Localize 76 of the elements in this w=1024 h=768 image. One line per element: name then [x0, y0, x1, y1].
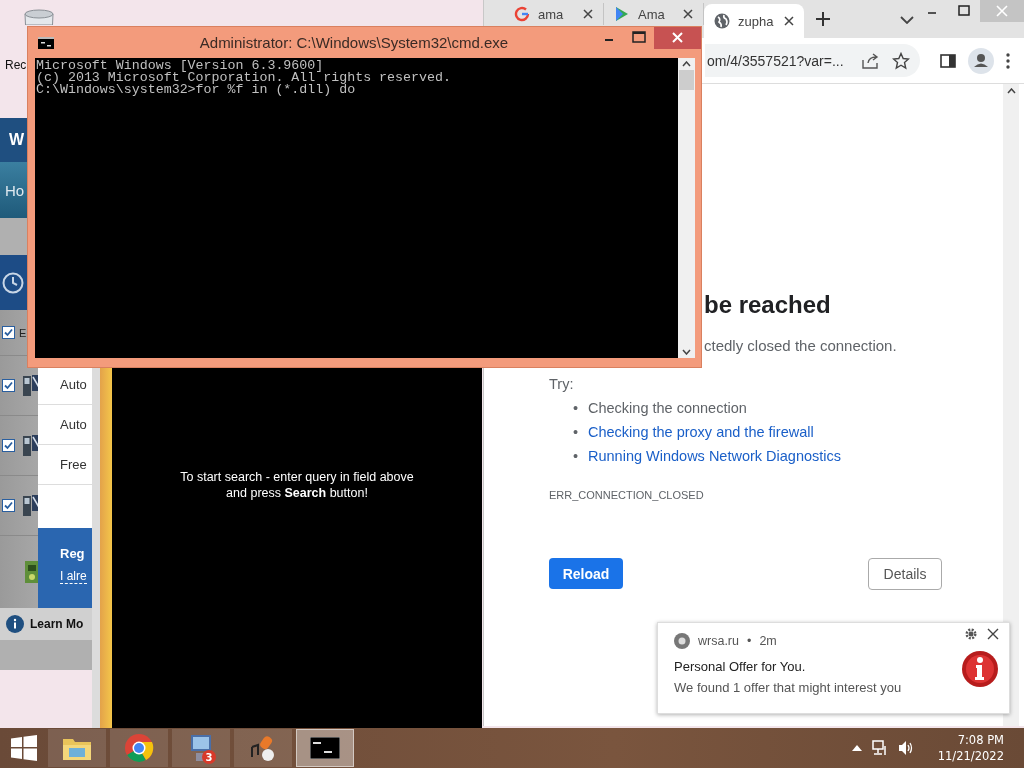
new-tab-icon[interactable]: [816, 12, 830, 26]
separator: •: [747, 634, 752, 648]
chevron-down-icon[interactable]: [900, 16, 914, 24]
chrome-icon: [124, 733, 154, 763]
try-label: Try:: [549, 375, 574, 394]
taskbar-button[interactable]: [234, 729, 292, 767]
suggestion-link[interactable]: Checking the proxy and the firewall: [588, 420, 814, 444]
google-icon: [514, 6, 530, 22]
notification-time: 2m: [759, 634, 777, 648]
notification-body: We found 1 offer that might interest you: [674, 680, 902, 695]
side-panel-icon[interactable]: [940, 53, 956, 68]
suggestion-text: Checking the connection: [588, 399, 747, 418]
checkbox[interactable]: [2, 439, 15, 452]
settings-icon[interactable]: [965, 628, 977, 640]
promo-title: Reg: [60, 546, 85, 561]
board-icon: [24, 560, 40, 584]
hint-text: To start search - enter query in field above: [180, 469, 414, 485]
arrow-up-icon[interactable]: [682, 61, 691, 67]
row-label: E: [19, 326, 27, 339]
taskbar-button[interactable]: 3: [172, 729, 230, 767]
bullet: •: [573, 399, 580, 418]
notification-title: Personal Offer for You.: [674, 659, 806, 674]
checkbox[interactable]: [2, 326, 15, 339]
error-message: ctedly closed the connection.: [704, 336, 897, 356]
close-icon[interactable]: [683, 9, 693, 19]
checkbox[interactable]: [2, 499, 15, 512]
window-title: Administrator: C:\Windows\System32\cmd.exe: [199, 34, 509, 51]
suggestion-link[interactable]: Running Windows Network Diagnostics: [588, 444, 842, 468]
reload-button[interactable]: Reload: [549, 558, 623, 589]
chevron-up-icon[interactable]: [851, 745, 862, 751]
profile-icon[interactable]: [968, 47, 994, 74]
error-code: ERR_CONNECTION_CLOSED: [549, 488, 704, 502]
bullet: •: [573, 423, 580, 442]
console-line: Microsoft Windows [Version 6.3.9600]: [36, 60, 325, 72]
arrow-up-icon[interactable]: [1006, 88, 1016, 94]
scrollbar[interactable]: [1003, 84, 1019, 726]
error-heading: be reached: [704, 290, 831, 320]
network-icon[interactable]: [871, 740, 888, 756]
app-title: W: [9, 131, 25, 149]
clock-time[interactable]: 7:08 PM: [957, 732, 1004, 748]
promo-link[interactable]: I alre: [60, 569, 87, 584]
menu-icon[interactable]: [1006, 52, 1010, 69]
browser-tab[interactable]: Ama: [604, 3, 704, 25]
info-icon: [961, 650, 999, 688]
speaker-icon[interactable]: [897, 740, 914, 756]
console-line: C:\Windows\system32>for %f in (*.dll) do: [36, 84, 356, 96]
console-icon: [38, 36, 54, 49]
nav-item[interactable]: Ho: [5, 181, 25, 199]
scrollbar-thumb[interactable]: [679, 70, 694, 90]
globe-icon: [714, 13, 730, 29]
notification-source: wrsa.ru: [698, 634, 739, 648]
browser-tab[interactable]: zupha: [704, 4, 804, 38]
console-line: (c) 2013 Microsoft Corporation. All rights reserved.: [36, 72, 452, 84]
arrow-down-icon[interactable]: [682, 349, 691, 355]
hint-text: and press Search button!: [226, 485, 368, 501]
address-bar[interactable]: om/4/3557521?var=...: [705, 44, 920, 77]
close-icon[interactable]: [987, 628, 999, 640]
close-icon[interactable]: [583, 9, 593, 19]
scrollbar[interactable]: [678, 58, 695, 358]
details-button[interactable]: Details: [868, 558, 942, 590]
chrome-icon: [674, 633, 690, 649]
clock-date[interactable]: 11/21/2022: [937, 748, 1004, 764]
share-icon[interactable]: [862, 52, 880, 69]
bullet: •: [573, 447, 580, 466]
close-icon[interactable]: [784, 16, 794, 26]
clock-icon: [2, 271, 24, 294]
info-icon: [6, 615, 24, 633]
notification-badge: 3: [202, 750, 216, 764]
taskbar-button[interactable]: [296, 729, 354, 767]
icon-label: Rec: [5, 58, 27, 72]
play-icon: [614, 6, 630, 22]
star-icon[interactable]: [892, 51, 910, 70]
windows-logo-icon[interactable]: [11, 735, 37, 761]
checkbox[interactable]: [2, 379, 15, 392]
browser-tab[interactable]: ama: [504, 3, 604, 25]
console-icon: [310, 737, 340, 759]
